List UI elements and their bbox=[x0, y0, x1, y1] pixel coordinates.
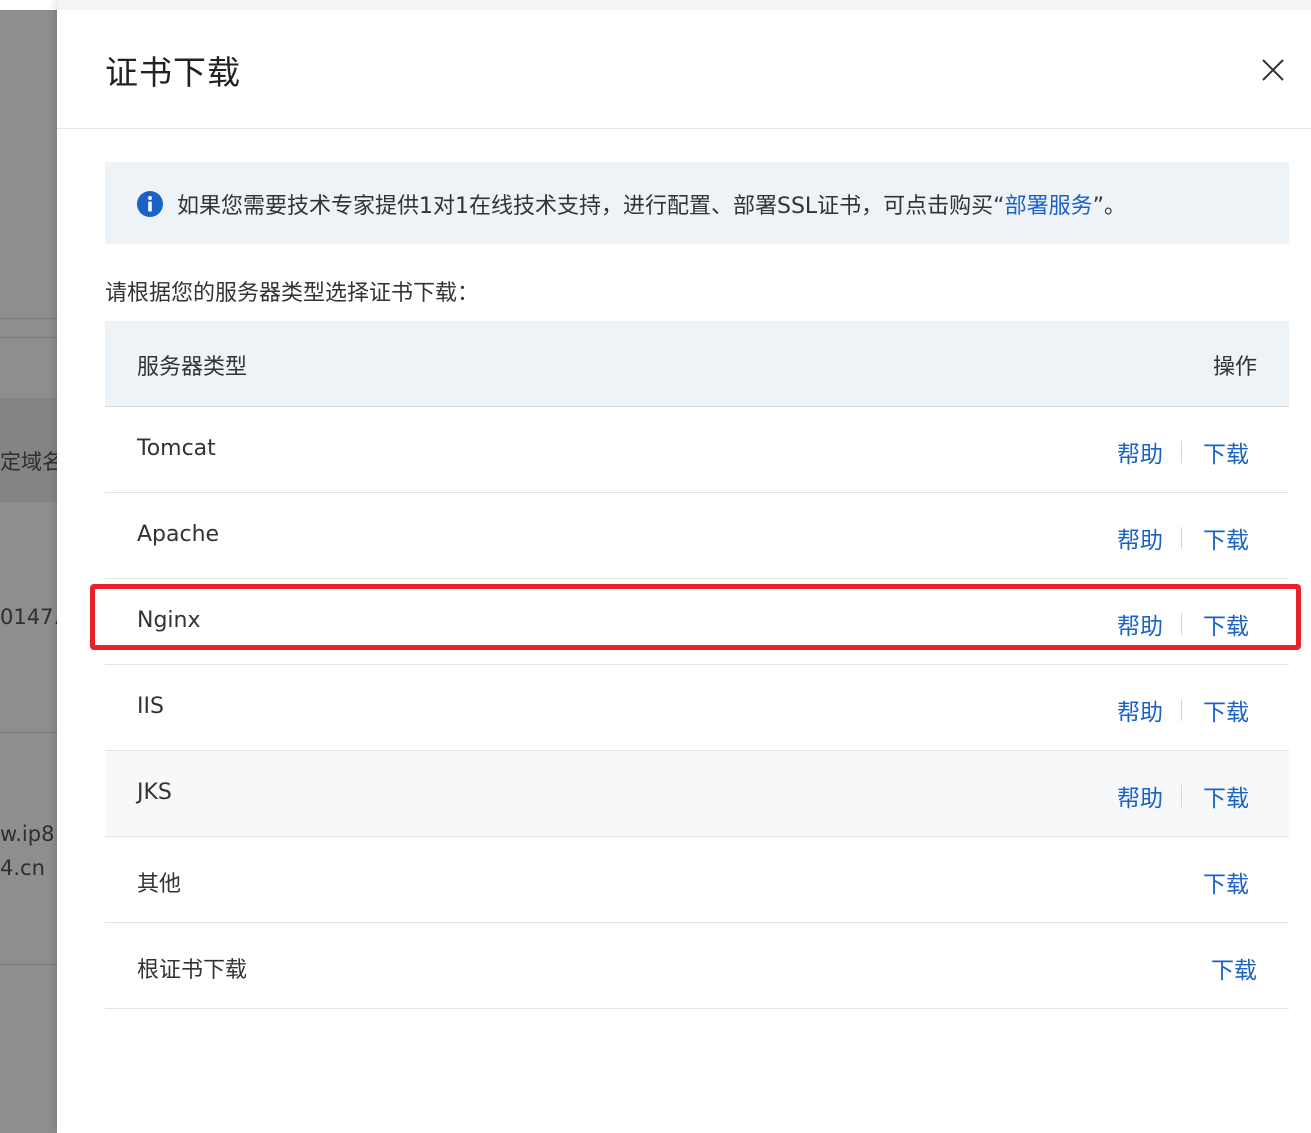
info-notice: 如果您需要技术专家提供1对1在线技术支持，进行配置、部署SSL证书，可点击购买“… bbox=[105, 162, 1289, 244]
background-text: 4.cn bbox=[0, 856, 45, 880]
server-type-instruction: 请根据您的服务器类型选择证书下载： bbox=[105, 281, 480, 306]
background-divider bbox=[0, 337, 57, 338]
background-page: 定域名 0147.i w.ip8 4.cn bbox=[0, 0, 57, 1133]
table-row-iis: IIS 帮助 下载 bbox=[105, 665, 1289, 751]
background-text: 0147.i bbox=[0, 605, 57, 629]
background-text: w.ip8 bbox=[0, 822, 55, 846]
help-link[interactable]: 帮助 bbox=[1117, 435, 1163, 469]
server-type-name: Apache bbox=[137, 522, 220, 547]
table-header: 服务器类型 操作 bbox=[105, 321, 1289, 407]
server-type-table: 服务器类型 操作 Tomcat 帮助 下载 Apache 帮助 下载 Nginx… bbox=[105, 321, 1289, 1009]
row-actions: 帮助 下载 bbox=[1117, 435, 1249, 469]
download-link[interactable]: 下载 bbox=[1203, 865, 1249, 899]
server-type-name: Nginx bbox=[137, 608, 201, 633]
download-link[interactable]: 下载 bbox=[1203, 607, 1249, 641]
server-type-name: JKS bbox=[137, 780, 172, 805]
drawer-header: 证书下载 bbox=[57, 10, 1311, 129]
table-row-other: 其他 下载 bbox=[105, 837, 1289, 923]
background-divider bbox=[0, 732, 57, 733]
column-header-action: 操作 bbox=[1212, 355, 1257, 380]
row-actions: 帮助 下载 bbox=[1117, 521, 1249, 555]
row-actions: 帮助 下载 bbox=[1117, 607, 1249, 641]
background-divider bbox=[0, 318, 57, 319]
close-button[interactable] bbox=[1257, 54, 1289, 86]
table-row-apache: Apache 帮助 下载 bbox=[105, 493, 1289, 579]
close-icon bbox=[1262, 59, 1284, 81]
download-link[interactable]: 下载 bbox=[1203, 435, 1249, 469]
column-header-server-type: 服务器类型 bbox=[137, 355, 248, 380]
table-row-jks: JKS 帮助 下载 bbox=[105, 751, 1289, 837]
notice-suffix: ”。 bbox=[1092, 194, 1127, 219]
table-row-root-certificate: 根证书下载 下载 bbox=[105, 923, 1289, 1009]
help-link[interactable]: 帮助 bbox=[1117, 521, 1163, 555]
download-link[interactable]: 下载 bbox=[1211, 951, 1257, 985]
row-actions: 下载 bbox=[1203, 865, 1249, 899]
drawer-title: 证书下载 bbox=[105, 53, 241, 92]
action-divider bbox=[1181, 613, 1182, 635]
table-row-nginx: Nginx 帮助 下载 bbox=[105, 579, 1289, 665]
row-actions: 帮助 下载 bbox=[1117, 779, 1249, 813]
server-type-name: 根证书下载 bbox=[137, 958, 248, 983]
drawer-top-strip bbox=[57, 0, 1311, 10]
server-type-name: IIS bbox=[137, 694, 164, 719]
help-link[interactable]: 帮助 bbox=[1117, 693, 1163, 727]
info-icon bbox=[137, 191, 163, 217]
download-link[interactable]: 下载 bbox=[1203, 521, 1249, 555]
help-link[interactable]: 帮助 bbox=[1117, 607, 1163, 641]
download-link[interactable]: 下载 bbox=[1203, 693, 1249, 727]
download-link[interactable]: 下载 bbox=[1203, 779, 1249, 813]
help-link[interactable]: 帮助 bbox=[1117, 779, 1163, 813]
action-divider bbox=[1181, 785, 1182, 807]
server-type-name: 其他 bbox=[137, 872, 182, 897]
row-actions: 帮助 下载 bbox=[1117, 693, 1249, 727]
background-text: 定域名 bbox=[0, 450, 57, 474]
table-row-tomcat: Tomcat 帮助 下载 bbox=[105, 407, 1289, 493]
action-divider bbox=[1181, 699, 1182, 721]
server-type-name: Tomcat bbox=[137, 436, 216, 461]
certificate-download-drawer: 证书下载 如果您需要技术专家提供1对1在线技术支持，进行配置、部署SSL证书，可… bbox=[57, 0, 1311, 1133]
action-divider bbox=[1181, 527, 1182, 549]
notice-message: 如果您需要技术专家提供1对1在线技术支持，进行配置、部署SSL证书，可点击购买“ bbox=[177, 194, 1005, 219]
background-top-band bbox=[0, 0, 57, 10]
deploy-service-link[interactable]: 部署服务 bbox=[1005, 194, 1093, 219]
notice-text: 如果您需要技术专家提供1对1在线技术支持，进行配置、部署SSL证书，可点击购买“… bbox=[177, 188, 1126, 220]
row-actions: 下载 bbox=[1211, 951, 1257, 985]
background-divider bbox=[0, 964, 57, 965]
action-divider bbox=[1181, 441, 1182, 463]
